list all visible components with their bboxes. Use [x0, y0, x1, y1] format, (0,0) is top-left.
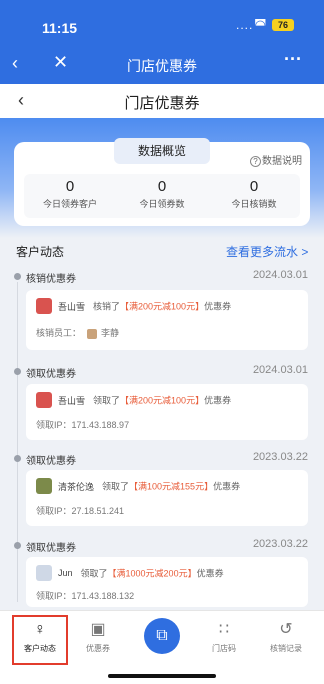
more-dots-icon[interactable]: ··· [284, 49, 302, 70]
tab-redemption-history[interactable]: ↺ 核销记录 [256, 619, 316, 654]
bottom-tab-bar: ♀ 客户动态 ▣ 优惠券 ⧉ ∷ 门店码 ↺ 核销记录 [0, 610, 324, 684]
stats-panel: 0 今日领券客户 0 今日领券数 0 今日核销数 [24, 174, 300, 218]
tab-label: 优惠券 [86, 644, 110, 653]
event-type: 领取优惠券 [26, 543, 76, 554]
detail-value: 171.43.188.97 [71, 420, 130, 430]
event-card[interactable]: 吾山雪 领取了【满200元减100元】优惠券 领取IP：171.43.188.97 [26, 384, 308, 440]
timeline-dot [14, 273, 21, 280]
event-card[interactable]: Jun 领取了【满1000元减200元】优惠券 领取IP：171.43.188.1… [26, 557, 308, 607]
event-summary: 吾山雪 核销了【满200元减100元】优惠券 [36, 298, 231, 314]
scan-icon: ⧉ [156, 627, 168, 644]
avatar [36, 392, 52, 408]
event-action: 领取了 [80, 568, 108, 579]
timeline-dot [14, 542, 21, 549]
coupon-name: 【满1000元减200元】 [107, 568, 197, 579]
stat-label: 今日核销数 [231, 199, 277, 209]
tab-label: 客户动态 [24, 644, 56, 653]
event-date: 2024.03.01 [252, 269, 308, 281]
detail-label: 核销员工： [36, 328, 82, 338]
coupon-name: 【满200元减100元】 [120, 301, 205, 312]
coupon-suffix: 优惠券 [204, 395, 232, 406]
event-date: 2023.03.22 [252, 451, 308, 463]
staff-avatar [87, 328, 98, 339]
event-card[interactable]: 清茶伦逸 领取了【满100元减155元】优惠券 领取IP：27.18.51.241 [26, 470, 308, 526]
event-detail: 领取IP：27.18.51.241 [36, 504, 124, 517]
timeline-line [17, 282, 18, 602]
qr-code-icon: ∷ [218, 621, 230, 638]
stat-label: 今日领券客户 [42, 199, 97, 209]
tab-customer-activity[interactable]: ♀ 客户动态 [10, 619, 70, 654]
overview-tab: 数据概览 [114, 138, 210, 164]
data-help-link[interactable]: ? 数据说明 [250, 152, 302, 167]
event-date: 2023.03.22 [252, 538, 308, 550]
battery-icon: 76 [272, 19, 294, 31]
event-summary: 清茶伦逸 领取了【满100元减155元】优惠券 [36, 478, 240, 494]
history-icon: ↺ [279, 621, 293, 638]
stat-claimed: 0 今日领券数 [116, 178, 208, 210]
coupon-suffix: 优惠券 [213, 481, 241, 492]
customer-activity-icon: ♀ [34, 621, 46, 638]
coupon-suffix: 优惠券 [196, 568, 224, 579]
event-detail: 领取IP：171.43.188.132 [36, 589, 134, 602]
data-overview-card: 数据概览 ? 数据说明 0 今日领券客户 0 今日领券数 0 今日核销数 [14, 138, 310, 226]
detail-value: 27.18.51.241 [71, 506, 125, 516]
tab-label: 核销记录 [270, 644, 302, 653]
app-nav-bar: ‹ ✕ 门店优惠券 ··· [0, 44, 324, 84]
detail-label: 领取IP： [36, 591, 72, 601]
home-indicator [108, 674, 216, 678]
stat-customers: 0 今日领券客户 [24, 178, 116, 210]
page-nav-bar: ‹ 门店优惠券 [0, 84, 324, 118]
event-action: 领取了 [93, 395, 121, 406]
avatar [36, 298, 52, 314]
detail-label: 领取IP： [36, 506, 72, 516]
event-summary: Jun 领取了【满1000元减200元】优惠券 [36, 565, 224, 581]
signal-icon: .... [236, 18, 254, 32]
coupon-name: 【满100元减155元】 [129, 481, 214, 492]
avatar [36, 478, 52, 494]
customer-name: Jun [58, 568, 73, 578]
event-card[interactable]: 吾山雪 核销了【满200元减100元】优惠券 核销员工： 李静 [26, 290, 308, 350]
customer-name: 清茶伦逸 [58, 481, 95, 492]
question-icon: ? [250, 156, 261, 167]
event-type: 领取优惠券 [26, 456, 76, 467]
avatar [36, 565, 52, 581]
stat-redeemed: 0 今日核销数 [208, 178, 300, 210]
timeline-dot [14, 368, 21, 375]
event-type: 领取优惠券 [26, 369, 76, 380]
detail-value: 171.43.188.132 [71, 591, 135, 601]
tab-store-code[interactable]: ∷ 门店码 [194, 619, 254, 654]
coupon-icon: ▣ [90, 621, 106, 638]
timeline-dot [14, 455, 21, 462]
tab-coupon[interactable]: ▣ 优惠券 [68, 619, 128, 654]
stat-label: 今日领券数 [139, 199, 185, 209]
scan-button[interactable]: ⧉ [144, 618, 180, 654]
event-detail: 核销员工： 李静 [36, 326, 119, 339]
status-time: 11:15 [42, 20, 78, 36]
event-type: 核销优惠券 [26, 274, 76, 285]
wifi-icon: ◚ [254, 17, 267, 32]
app-nav-title: 门店优惠券 [127, 58, 197, 74]
event-action: 领取了 [102, 481, 130, 492]
customer-name: 吾山雪 [58, 301, 86, 312]
event-summary: 吾山雪 领取了【满200元减100元】优惠券 [36, 392, 231, 408]
activity-title: 客户动态 [16, 245, 65, 259]
tab-label: 门店码 [212, 644, 236, 653]
coupon-suffix: 优惠券 [204, 301, 232, 312]
stat-value: 0 [249, 178, 259, 195]
customer-name: 吾山雪 [58, 395, 86, 406]
event-action: 核销了 [93, 301, 121, 312]
event-detail: 领取IP：171.43.188.97 [36, 418, 129, 431]
view-more-link[interactable]: 查看更多流水 > [226, 243, 308, 260]
event-date: 2024.03.01 [252, 364, 308, 376]
page-title: 门店优惠券 [124, 95, 200, 112]
stat-value: 0 [65, 178, 75, 195]
detail-label: 领取IP： [36, 420, 72, 430]
coupon-name: 【满200元减100元】 [120, 395, 205, 406]
status-bar: 11:15 .... ◚ 76 [0, 0, 324, 44]
stat-value: 0 [157, 178, 167, 195]
detail-value: 李静 [101, 328, 120, 338]
data-help-label: 数据说明 [262, 156, 302, 167]
